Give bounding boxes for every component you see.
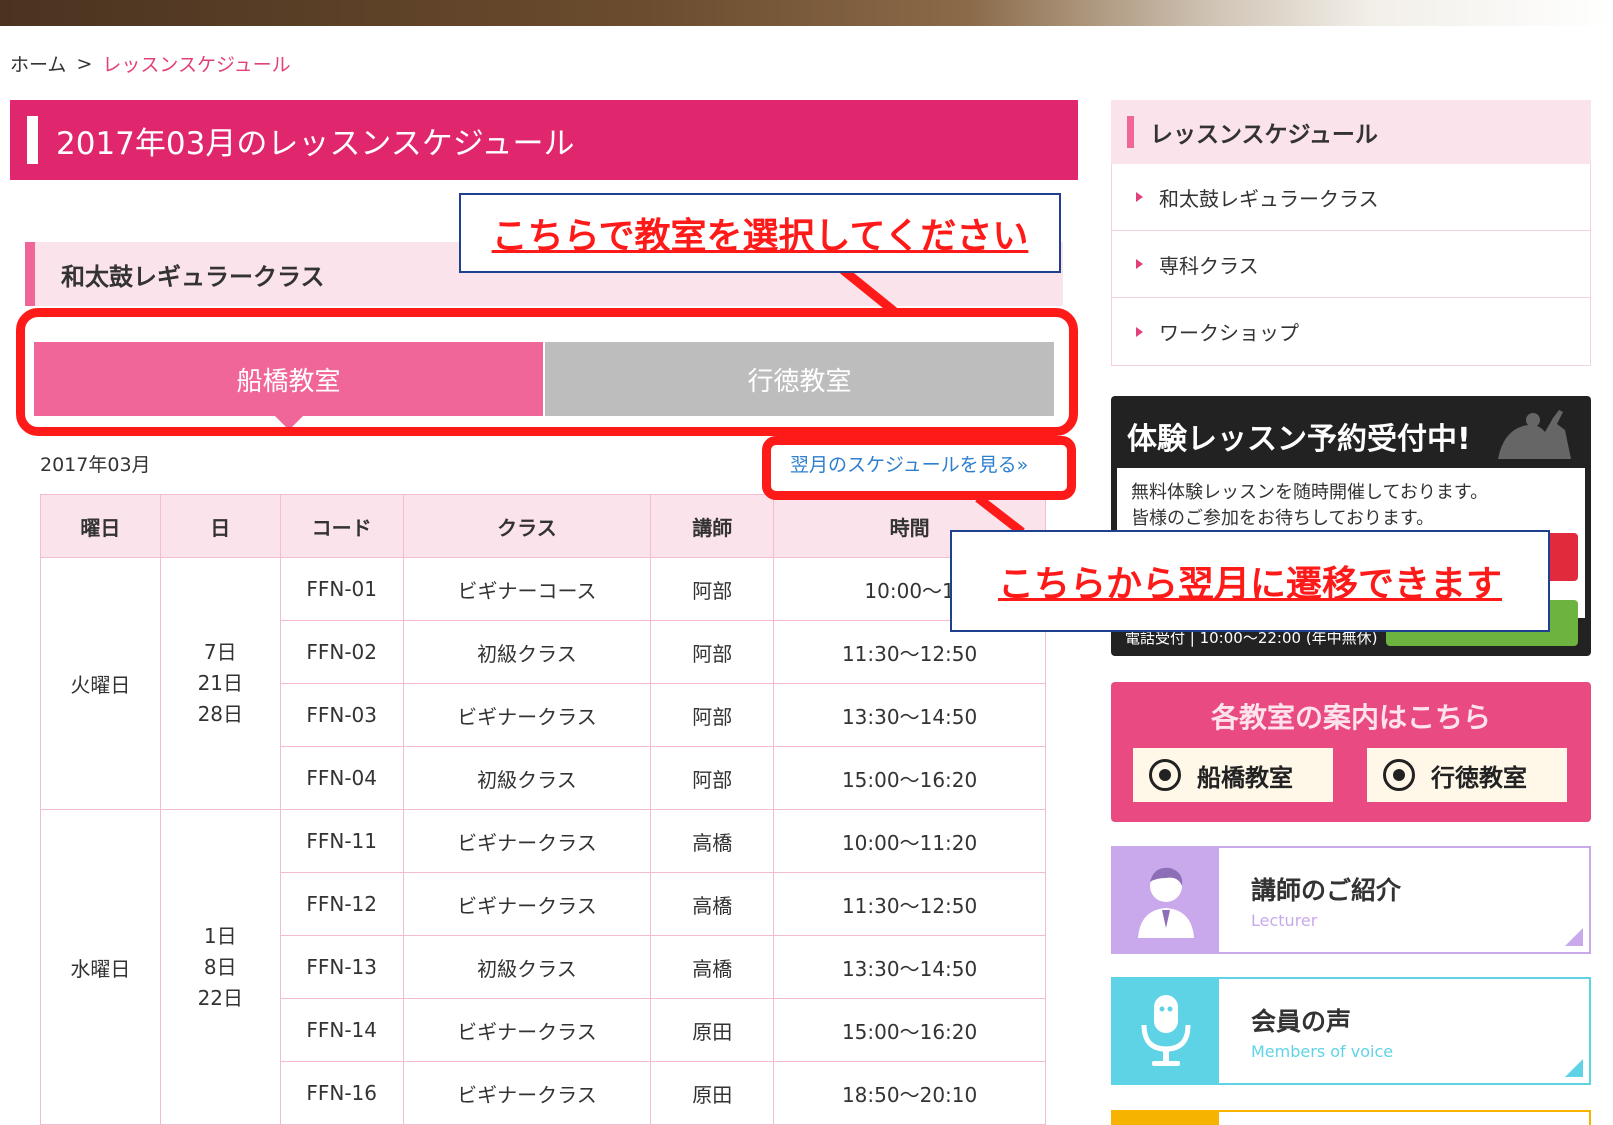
select-classroom-callout-text: こちらで教室を選択してください <box>491 216 1029 257</box>
connector-line <box>840 266 898 316</box>
connector-line <box>975 494 1025 536</box>
next-month-callout-text: こちらから翌月に遷移できます <box>997 564 1502 605</box>
select-classroom-callout: こちらで教室を選択してください <box>459 193 1061 273</box>
next-month-callout: こちらから翌月に遷移できます <box>950 530 1550 632</box>
